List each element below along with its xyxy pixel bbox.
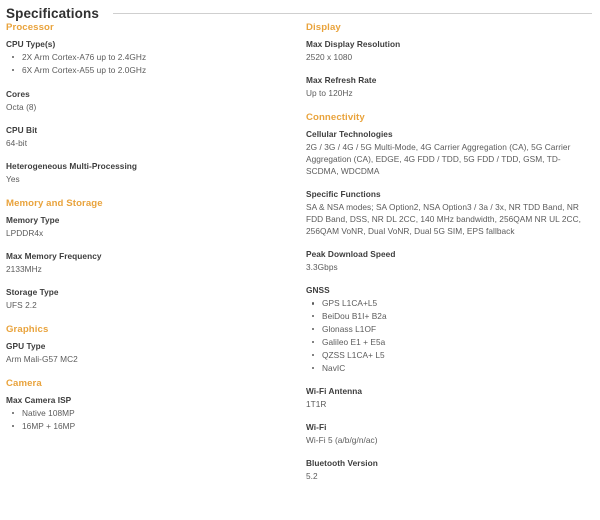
spec-label: Bluetooth Version (305, 458, 378, 469)
list-item: Native 108MP (6, 407, 296, 420)
spec-label: Wi-Fi (305, 422, 327, 433)
spec-value-list: 2X Arm Cortex-A76 up to 2.4GHz 6X Arm Cor… (6, 51, 296, 77)
spec-value: 5.2 (305, 471, 318, 482)
page-title: Specifications (6, 5, 99, 21)
spec-item-wi-fi-antenna: Wi-Fi Antenna 1T1R (306, 385, 592, 410)
spec-value: LPDDR4x (6, 227, 44, 238)
spec-item-bluetooth-version: Bluetooth Version 5.2 (306, 457, 592, 482)
spec-value: SA & NSA modes; SA Option2, NSA Option3 … (305, 202, 581, 237)
spec-value: UFS 2.2 (6, 299, 37, 310)
list-item: Glonass L1OF (306, 323, 592, 336)
spec-label: Specific Functions (305, 189, 381, 200)
spec-label: Heterogeneous Multi-Processing (6, 160, 138, 171)
section-heading: Graphics (6, 323, 49, 335)
spec-label: Storage Type (6, 286, 59, 297)
spec-section-connectivity: Connectivity Cellular Technologies 2G / 3G… (306, 112, 592, 482)
spec-section-processor: Processor CPU Type(s) 2X Arm Cortex-A76 up… (6, 22, 296, 185)
spec-label: Max Display Resolution (305, 39, 401, 49)
list-item: BeiDou B1I+ B2a (306, 310, 592, 323)
spec-value: 3.3Gbps (305, 262, 338, 273)
spec-item-max-display-resolution: Max Display Resolution 2520 x 1080 (306, 38, 592, 63)
spec-value: 64-bit (6, 137, 28, 148)
spec-value: 2133MHz (6, 263, 42, 274)
section-heading: Camera (6, 377, 42, 389)
header-divider (112, 12, 592, 14)
list-item: 6X Arm Cortex-A55 up to 2.0GHz (6, 64, 296, 77)
section-heading: Display (305, 22, 341, 33)
spec-item-max-memory-frequency: Max Memory Frequency 2133MHz (6, 250, 296, 275)
list-item: NavIC (306, 362, 592, 375)
spec-label: Max Refresh Rate (305, 75, 377, 86)
list-item: GPS L1CA+L5 (306, 297, 592, 310)
spec-label: Max Memory Frequency (6, 250, 102, 261)
list-item: 16MP + 16MP (6, 420, 296, 433)
spec-item-specific-functions: Specific Functions SA & NSA modes; SA Opt… (306, 188, 592, 237)
spec-label: Memory Type (6, 214, 60, 225)
section-heading: Connectivity (305, 112, 365, 124)
spec-item-heterogeneous-multi-processing: Heterogeneous Multi-Processing Yes (6, 160, 296, 185)
spec-value-list: GPS L1CA+L5 BeiDou B1I+ B2a Glonass L1OF Ga… (306, 297, 592, 374)
spec-section-camera: Camera Max Camera ISP Native 108MP 16MP + 1… (6, 378, 296, 433)
list-item: Galileo E1 + E5a (306, 336, 592, 349)
spec-value: Arm Mali-G57 MC2 (6, 353, 78, 364)
spec-item-wi-fi: Wi-Fi Wi-Fi 5 (a/b/g/n/ac) (306, 421, 592, 446)
spec-item-cpu-bit: CPU Bit 64-bit (6, 124, 296, 149)
section-heading: Processor (6, 22, 54, 33)
spec-label: Cores (6, 88, 30, 99)
spec-item-memory-type: Memory Type LPDDR4x (6, 214, 296, 239)
spec-label: CPU Bit (6, 124, 38, 135)
spec-item-cores: Cores Octa (8) (6, 88, 296, 113)
spec-label: CPU Type(s) (6, 39, 56, 49)
spec-value-list: Native 108MP 16MP + 16MP (6, 407, 296, 433)
spec-value: 2520 x 1080 (305, 52, 353, 63)
specifications-columns: Processor CPU Type(s) 2X Arm Cortex-A76 up… (0, 22, 600, 482)
spec-label: GPU Type (6, 340, 46, 351)
spec-label: Wi-Fi Antenna (305, 386, 363, 397)
spec-section-display: Display Max Display Resolution 2520 x 1080… (306, 22, 592, 99)
spec-section-memory-and-storage: Memory and Storage Memory Type LPDDR4x Max … (6, 198, 296, 311)
spec-item-max-camera-isp: Max Camera ISP Native 108MP 16MP + 16MP (6, 394, 296, 433)
spec-item-gnss: GNSS GPS L1CA+L5 BeiDou B1I+ B2a Glonass L1… (306, 284, 592, 374)
left-column: Processor CPU Type(s) 2X Arm Cortex-A76 up… (6, 22, 306, 433)
spec-value: Up to 120Hz (305, 88, 353, 99)
spec-label: Peak Download Speed (305, 249, 396, 260)
spec-item-gpu-type: GPU Type Arm Mali-G57 MC2 (6, 340, 296, 365)
list-item: 2X Arm Cortex-A76 up to 2.4GHz (6, 51, 296, 64)
spec-label: Cellular Technologies (305, 129, 393, 140)
spec-value: Wi-Fi 5 (a/b/g/n/ac) (305, 435, 378, 446)
spec-item-cellular-technologies: Cellular Technologies 2G / 3G / 4G / 5G M… (306, 128, 592, 177)
right-column: Display Max Display Resolution 2520 x 1080… (306, 22, 592, 482)
spec-value: Yes (6, 173, 20, 184)
section-heading: Memory and Storage (6, 197, 103, 209)
spec-item-storage-type: Storage Type UFS 2.2 (6, 286, 296, 311)
spec-value: Octa (8) (6, 101, 37, 112)
spec-item-max-refresh-rate: Max Refresh Rate Up to 120Hz (306, 74, 592, 99)
spec-label: GNSS (305, 285, 330, 296)
spec-label: Max Camera ISP (6, 394, 72, 405)
spec-item-cpu-type-s: CPU Type(s) 2X Arm Cortex-A76 up to 2.4GH… (6, 38, 296, 77)
spec-section-graphics: Graphics GPU Type Arm Mali-G57 MC2 (6, 324, 296, 365)
list-item: QZSS L1CA+ L5 (306, 349, 592, 362)
spec-value: 1T1R (305, 399, 327, 410)
specifications-header: Specifications (0, 0, 600, 22)
spec-value: 2G / 3G / 4G / 5G Multi-Mode, 4G Carrier… (305, 142, 571, 177)
spec-item-peak-download-speed: Peak Download Speed 3.3Gbps (306, 248, 592, 273)
